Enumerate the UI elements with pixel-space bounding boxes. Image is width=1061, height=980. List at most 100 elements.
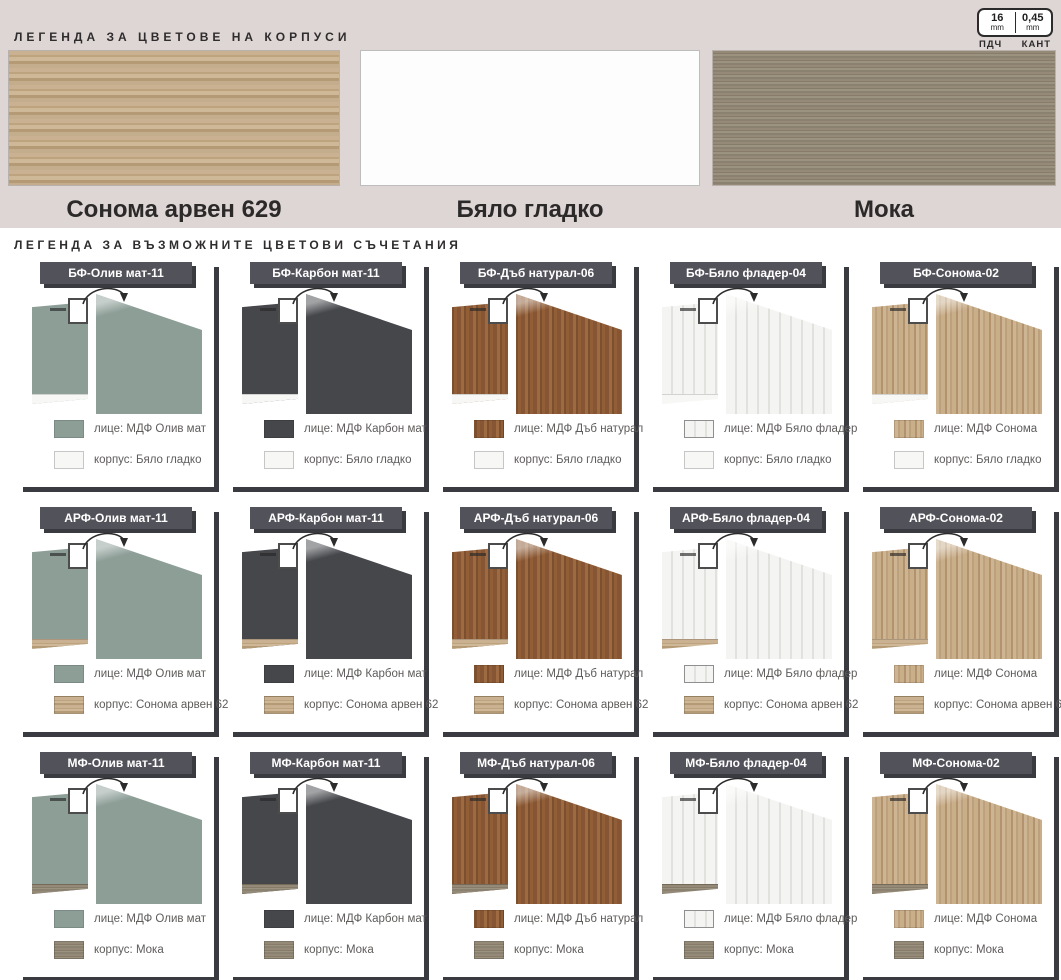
door-closeup-view: [936, 539, 1042, 659]
face-legend-row: лице: МДФ Сонома: [894, 420, 1054, 438]
body-color-swatch: [54, 941, 84, 959]
card-title: МФ-Карбон мат-11: [250, 752, 402, 774]
body-color-swatch: [684, 451, 714, 469]
combination-card: АРФ-Бяло фладер-04 лице: МДФ Бяло фладер…: [648, 507, 844, 732]
curved-arrow-icon: [80, 282, 136, 310]
body-legend-row: корпус: Сонома арвен 629: [264, 696, 424, 714]
combination-card: АРФ-Дъб натурал-06 лице: МДФ Дъб натурал…: [438, 507, 634, 732]
body-label: корпус: Сонома арвен 629: [514, 699, 655, 711]
sonoma-arven-texture-swatch: [8, 50, 340, 186]
card-title: АРФ-Олив мат-11: [40, 507, 192, 529]
body-legend-row: корпус: Бяло гладко: [474, 451, 634, 469]
card-title: БФ-Дъб натурал-06: [460, 262, 612, 284]
door-illustration: [18, 531, 214, 659]
body-label: корпус: Мока: [304, 944, 374, 956]
card-legend: лице: МДФ Бяло фладер корпус: Мока: [684, 910, 844, 959]
door-closeup-view: [306, 784, 412, 904]
swatch-label: Мока: [712, 196, 1056, 224]
door-closeup-view: [306, 294, 412, 414]
door-closeup-view: [516, 294, 622, 414]
face-label: лице: МДФ Бяло фладер: [724, 913, 857, 925]
face-label: лице: МДФ Карбон мат: [304, 668, 427, 680]
card-title: АРФ-Карбон мат-11: [250, 507, 402, 529]
face-legend-row: лице: МДФ Карбон мат: [264, 665, 424, 683]
card-title: АРФ-Бяло фладер-04: [670, 507, 822, 529]
face-legend-row: лице: МДФ Бяло фладер: [684, 420, 844, 438]
body-legend-row: корпус: Бяло гладко: [684, 451, 844, 469]
curved-arrow-icon: [920, 282, 976, 310]
door-illustration: [228, 776, 424, 904]
door-closeup-view: [726, 539, 832, 659]
corpus-swatch-moka: Мока: [712, 50, 1056, 224]
body-legend-row: корпус: Бяло гладко: [54, 451, 214, 469]
corpus-colors-section: ЛЕГЕНДА ЗА ЦВЕТОВЕ НА КОРПУСИ Сонома арв…: [0, 0, 1061, 228]
face-color-swatch: [684, 665, 714, 683]
face-color-swatch: [474, 910, 504, 928]
curved-arrow-icon: [290, 772, 346, 800]
card-title: МФ-Бяло фладер-04: [670, 752, 822, 774]
face-color-swatch: [894, 910, 924, 928]
body-label: корпус: Сонома арвен 629: [304, 699, 445, 711]
card-legend: лице: МДФ Олив мат корпус: Бяло гладко: [54, 420, 214, 469]
body-legend-row: корпус: Сонома арвен 629: [474, 696, 634, 714]
swatch-label: Сонома арвен 629: [8, 196, 340, 224]
door-illustration: [858, 286, 1054, 414]
combination-card: АРФ-Сонома-02 лице: МДФ Сонома корпус: С…: [858, 507, 1054, 732]
door-illustration: [648, 776, 844, 904]
body-label: корпус: Бяло гладко: [304, 454, 411, 466]
body-color-swatch: [684, 696, 714, 714]
body-color-swatch: [264, 696, 294, 714]
body-label: корпус: Сонома арвен 629: [934, 699, 1061, 711]
combination-card: БФ-Бяло фладер-04 лице: МДФ Бяло фладер …: [648, 262, 844, 487]
door-closeup-view: [726, 294, 832, 414]
body-label: корпус: Мока: [514, 944, 584, 956]
face-legend-row: лице: МДФ Карбон мат: [264, 420, 424, 438]
body-color-swatch: [894, 451, 924, 469]
combination-card: МФ-Дъб натурал-06 лице: МДФ Дъб натурал …: [438, 752, 634, 977]
face-label: лице: МДФ Сонома: [934, 668, 1037, 680]
badge-caption: ПДЧ КАНТ: [977, 39, 1053, 50]
card-legend: лице: МДФ Карбон мат корпус: Бяло гладко: [264, 420, 424, 469]
face-legend-row: лице: МДФ Сонома: [894, 665, 1054, 683]
thickness-box: 16 mm 0,45 mm: [977, 8, 1053, 37]
catalog-page: ЛЕГЕНДА ЗА ЦВЕТОВЕ НА КОРПУСИ Сонома арв…: [0, 0, 1061, 980]
face-legend-row: лице: МДФ Дъб натурал: [474, 665, 634, 683]
door-closeup-view: [96, 294, 202, 414]
body-label: корпус: Сонома арвен 629: [94, 699, 235, 711]
corpus-section-title: ЛЕГЕНДА ЗА ЦВЕТОВЕ НА КОРПУСИ: [14, 30, 350, 44]
body-color-swatch: [474, 941, 504, 959]
card-legend: лице: МДФ Бяло фладер корпус: Сонома арв…: [684, 665, 844, 714]
combination-card: АРФ-Карбон мат-11 лице: МДФ Карбон мат к…: [228, 507, 424, 732]
face-legend-row: лице: МДФ Олив мат: [54, 910, 214, 928]
door-illustration: [18, 776, 214, 904]
curved-arrow-icon: [920, 527, 976, 555]
body-label: корпус: Мока: [934, 944, 1004, 956]
combination-card: МФ-Бяло фладер-04 лице: МДФ Бяло фладер …: [648, 752, 844, 977]
card-title: БФ-Карбон мат-11: [250, 262, 402, 284]
body-legend-row: корпус: Мока: [474, 941, 634, 959]
combination-card: АРФ-Олив мат-11 лице: МДФ Олив мат корпу…: [18, 507, 214, 732]
white-texture-swatch: [360, 50, 700, 186]
door-closeup-view: [726, 784, 832, 904]
combinations-section-title: ЛЕГЕНДА ЗА ВЪЗМОЖНИТЕ ЦВЕТОВИ СЪЧЕТАНИЯ: [14, 238, 1061, 252]
card-title: АРФ-Сонома-02: [880, 507, 1032, 529]
body-legend-row: корпус: Мока: [894, 941, 1054, 959]
body-legend-row: корпус: Мока: [684, 941, 844, 959]
face-color-swatch: [264, 910, 294, 928]
body-label: корпус: Бяло гладко: [724, 454, 831, 466]
door-closeup-view: [516, 539, 622, 659]
face-label: лице: МДФ Сонома: [934, 913, 1037, 925]
face-color-swatch: [894, 420, 924, 438]
card-title: БФ-Сонома-02: [880, 262, 1032, 284]
door-closeup-view: [516, 784, 622, 904]
card-title: МФ-Дъб натурал-06: [460, 752, 612, 774]
face-color-swatch: [474, 665, 504, 683]
body-color-swatch: [54, 696, 84, 714]
kant-label: КАНТ: [1022, 39, 1051, 50]
combination-card: БФ-Дъб натурал-06 лице: МДФ Дъб натурал …: [438, 262, 634, 487]
combination-card: МФ-Карбон мат-11 лице: МДФ Карбон мат ко…: [228, 752, 424, 977]
card-title: БФ-Олив мат-11: [40, 262, 192, 284]
pdch-label: ПДЧ: [979, 39, 1002, 50]
combination-card: МФ-Сонома-02 лице: МДФ Сонома корпус: Мо…: [858, 752, 1054, 977]
corpus-swatch-sonoma-arven: Сонома арвен 629: [8, 50, 340, 224]
